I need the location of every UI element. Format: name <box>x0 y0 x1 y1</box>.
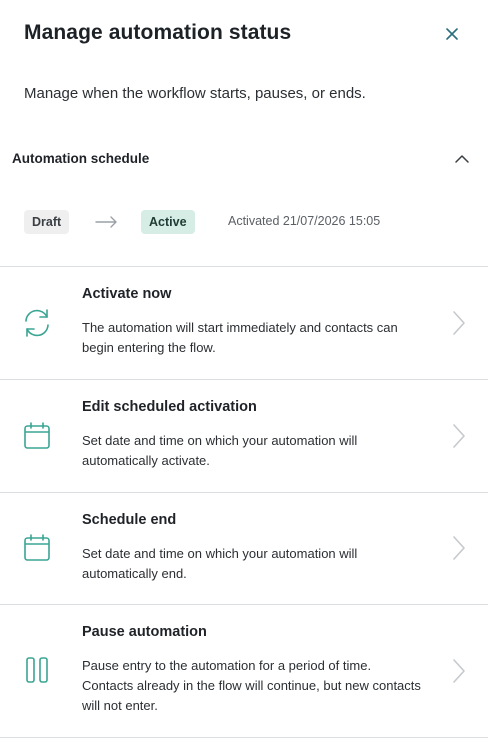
action-title: Schedule end <box>82 512 177 528</box>
action-title: Activate now <box>82 286 172 302</box>
automation-schedule-toggle[interactable]: Automation schedule <box>0 140 488 176</box>
chevron-right-icon <box>453 424 465 448</box>
dialog-title: Manage automation status <box>24 21 292 44</box>
action-description: Set date and time on which your automati… <box>82 546 358 581</box>
activated-timestamp: Activated 21/07/2026 15:05 <box>228 214 381 228</box>
dialog-description: Manage when the workflow starts, pauses,… <box>24 85 366 102</box>
status-transition: Draft Active Activated 21/07/2026 15:05 <box>0 206 488 238</box>
action-description: Set date and time on which your automati… <box>82 433 358 468</box>
automation-schedule-label: Automation schedule <box>12 151 150 166</box>
chevron-right-icon <box>453 311 465 335</box>
pause-automation-option[interactable]: Pause automation Pause entry to the auto… <box>0 605 488 737</box>
action-description: Pause entry to the automation for a peri… <box>82 658 421 713</box>
close-icon[interactable] <box>445 27 459 41</box>
draft-status-badge: Draft <box>24 210 70 234</box>
divider <box>0 737 488 738</box>
chevron-right-icon <box>453 536 465 560</box>
pause-icon <box>26 657 48 683</box>
close-button[interactable] <box>440 22 464 46</box>
edit-scheduled-activation-option[interactable]: Edit scheduled activation Set date and t… <box>0 380 488 492</box>
activate-now-option[interactable]: Activate now The automation will start i… <box>0 267 488 379</box>
arrow-right-icon <box>95 216 117 228</box>
dialog-header: Manage automation status <box>0 0 488 70</box>
chevron-right-icon <box>453 659 465 683</box>
active-status-badge: Active <box>141 210 195 234</box>
action-description: The automation will start immediately an… <box>82 320 398 355</box>
calendar-icon <box>24 534 50 561</box>
chevron-up-icon[interactable] <box>452 149 472 169</box>
calendar-icon <box>24 422 50 449</box>
schedule-end-option[interactable]: Schedule end Set date and time on which … <box>0 493 488 604</box>
refresh-icon <box>25 309 49 337</box>
action-title: Edit scheduled activation <box>82 399 257 415</box>
action-title: Pause automation <box>82 624 207 640</box>
